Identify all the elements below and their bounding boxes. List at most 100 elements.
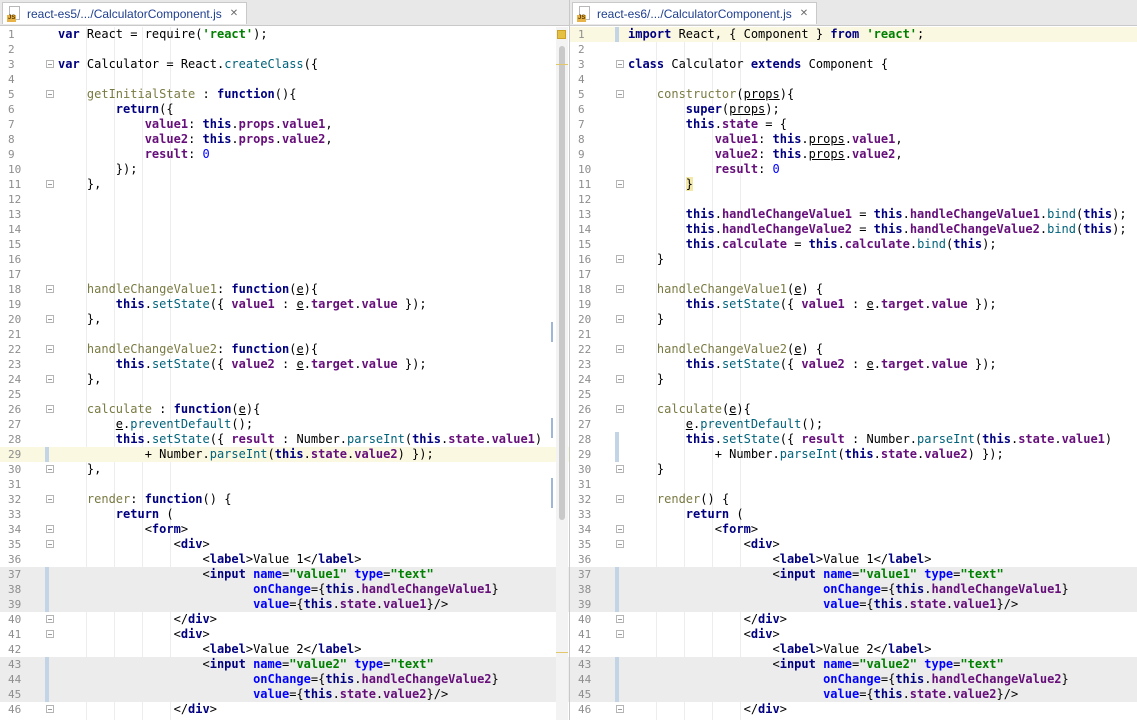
line-number[interactable]: 30 bbox=[0, 462, 46, 477]
fold-icon[interactable] bbox=[46, 525, 54, 533]
change-marker[interactable] bbox=[615, 567, 619, 582]
left-code-area[interactable]: 1 var React = require('react'); 2 3 var Calc… bbox=[0, 27, 569, 717]
code-line[interactable]: 11 } bbox=[570, 177, 1137, 192]
code-line[interactable]: 19 this.setState({ value1 : e.target.val… bbox=[570, 297, 1137, 312]
line-number[interactable]: 14 bbox=[570, 222, 616, 237]
line-number[interactable]: 42 bbox=[0, 642, 46, 657]
code-line[interactable]: 41 <div> bbox=[570, 627, 1137, 642]
code-line[interactable]: 34 <form> bbox=[570, 522, 1137, 537]
code-line[interactable]: 13 bbox=[0, 207, 569, 222]
line-number[interactable]: 8 bbox=[0, 132, 46, 147]
line-number[interactable]: 33 bbox=[570, 507, 616, 522]
line-number[interactable]: 38 bbox=[0, 582, 46, 597]
change-marker[interactable] bbox=[45, 447, 49, 462]
code-line[interactable]: 25 bbox=[570, 387, 1137, 402]
line-number[interactable]: 45 bbox=[0, 687, 46, 702]
change-marker[interactable] bbox=[615, 657, 619, 672]
fold-icon[interactable] bbox=[616, 705, 624, 713]
line-number[interactable]: 5 bbox=[570, 87, 616, 102]
line-number[interactable]: 2 bbox=[570, 42, 616, 57]
fold-icon[interactable] bbox=[46, 60, 54, 68]
code-line[interactable]: 11 }, bbox=[0, 177, 569, 192]
fold-icon[interactable] bbox=[616, 60, 624, 68]
line-number[interactable]: 39 bbox=[0, 597, 46, 612]
code-line[interactable]: 10 }); bbox=[0, 162, 569, 177]
warning-stripe-icon[interactable] bbox=[557, 30, 566, 39]
line-number[interactable]: 8 bbox=[570, 132, 616, 147]
code-line[interactable]: 43 <input name="value2" type="text" bbox=[0, 657, 569, 672]
code-line[interactable]: 30 } bbox=[570, 462, 1137, 477]
line-number[interactable]: 26 bbox=[570, 402, 616, 417]
line-number[interactable]: 21 bbox=[0, 327, 46, 342]
line-number[interactable]: 18 bbox=[0, 282, 46, 297]
fold-icon[interactable] bbox=[616, 180, 624, 188]
line-number[interactable]: 40 bbox=[0, 612, 46, 627]
code-line[interactable]: 6 return({ bbox=[0, 102, 569, 117]
code-line[interactable]: 22 handleChangeValue2(e) { bbox=[570, 342, 1137, 357]
code-line[interactable]: 45 value={this.state.value2}/> bbox=[570, 687, 1137, 702]
code-line[interactable]: 18 handleChangeValue1(e) { bbox=[570, 282, 1137, 297]
line-number[interactable]: 44 bbox=[0, 672, 46, 687]
code-line[interactable]: 37 <input name="value1" type="text" bbox=[570, 567, 1137, 582]
fold-icon[interactable] bbox=[46, 180, 54, 188]
code-line[interactable]: 8 value2: this.props.value2, bbox=[0, 132, 569, 147]
fold-icon[interactable] bbox=[616, 495, 624, 503]
code-line[interactable]: 46 </div> bbox=[570, 702, 1137, 717]
line-number[interactable]: 43 bbox=[570, 657, 616, 672]
code-line[interactable]: 33 return ( bbox=[570, 507, 1137, 522]
change-marker[interactable] bbox=[45, 567, 49, 582]
code-line[interactable]: 39 value={this.state.value1}/> bbox=[570, 597, 1137, 612]
code-line[interactable]: 14 this.handleChangeValue2 = this.handle… bbox=[570, 222, 1137, 237]
change-marker[interactable] bbox=[45, 672, 49, 687]
code-line[interactable]: 18 handleChangeValue1: function(e){ bbox=[0, 282, 569, 297]
code-line[interactable]: 23 this.setState({ value2 : e.target.val… bbox=[0, 357, 569, 372]
code-line[interactable]: 4 bbox=[0, 72, 569, 87]
code-line[interactable]: 27 e.preventDefault(); bbox=[570, 417, 1137, 432]
fold-icon[interactable] bbox=[616, 465, 624, 473]
line-number[interactable]: 24 bbox=[0, 372, 46, 387]
code-line[interactable]: 19 this.setState({ value1 : e.target.val… bbox=[0, 297, 569, 312]
fold-icon[interactable] bbox=[46, 540, 54, 548]
code-line[interactable]: 21 bbox=[570, 327, 1137, 342]
line-number[interactable]: 31 bbox=[0, 477, 46, 492]
code-line[interactable]: 9 value2: this.props.value2, bbox=[570, 147, 1137, 162]
code-line[interactable]: 42 <label>Value 2</label> bbox=[0, 642, 569, 657]
code-line[interactable]: 5 constructor(props){ bbox=[570, 87, 1137, 102]
fold-icon[interactable] bbox=[616, 255, 624, 263]
code-line[interactable]: 2 bbox=[0, 42, 569, 57]
code-line[interactable]: 40 </div> bbox=[0, 612, 569, 627]
code-line[interactable]: 15 bbox=[0, 237, 569, 252]
code-line[interactable]: 15 this.calculate = this.calculate.bind(… bbox=[570, 237, 1137, 252]
line-number[interactable]: 14 bbox=[0, 222, 46, 237]
line-number[interactable]: 16 bbox=[570, 252, 616, 267]
line-number[interactable]: 44 bbox=[570, 672, 616, 687]
line-number[interactable]: 3 bbox=[570, 57, 616, 72]
line-number[interactable]: 25 bbox=[0, 387, 46, 402]
line-number[interactable]: 1 bbox=[570, 27, 616, 42]
change-marker[interactable] bbox=[615, 687, 619, 702]
line-number[interactable]: 9 bbox=[0, 147, 46, 162]
code-line[interactable]: 37 <input name="value1" type="text" bbox=[0, 567, 569, 582]
line-number[interactable]: 20 bbox=[0, 312, 46, 327]
code-line[interactable]: 20 } bbox=[570, 312, 1137, 327]
line-number[interactable]: 13 bbox=[570, 207, 616, 222]
fold-icon[interactable] bbox=[46, 405, 54, 413]
code-line[interactable]: 38 onChange={this.handleChangeValue1} bbox=[570, 582, 1137, 597]
fold-icon[interactable] bbox=[616, 90, 624, 98]
fold-icon[interactable] bbox=[46, 375, 54, 383]
code-line[interactable]: 25 bbox=[0, 387, 569, 402]
code-line[interactable]: 2 bbox=[570, 42, 1137, 57]
code-line[interactable]: 44 onChange={this.handleChangeValue2} bbox=[570, 672, 1137, 687]
code-line[interactable]: 39 value={this.state.value1}/> bbox=[0, 597, 569, 612]
line-number[interactable]: 15 bbox=[0, 237, 46, 252]
line-number[interactable]: 17 bbox=[0, 267, 46, 282]
line-number[interactable]: 21 bbox=[570, 327, 616, 342]
code-line[interactable]: 9 result: 0 bbox=[0, 147, 569, 162]
right-code-area[interactable]: 1 import React, { Component } from 'react… bbox=[570, 27, 1137, 717]
line-number[interactable]: 29 bbox=[570, 447, 616, 462]
line-number[interactable]: 35 bbox=[0, 537, 46, 552]
line-number[interactable]: 1 bbox=[0, 27, 46, 42]
line-number[interactable]: 36 bbox=[570, 552, 616, 567]
line-number[interactable]: 32 bbox=[570, 492, 616, 507]
code-line[interactable]: 31 bbox=[0, 477, 569, 492]
